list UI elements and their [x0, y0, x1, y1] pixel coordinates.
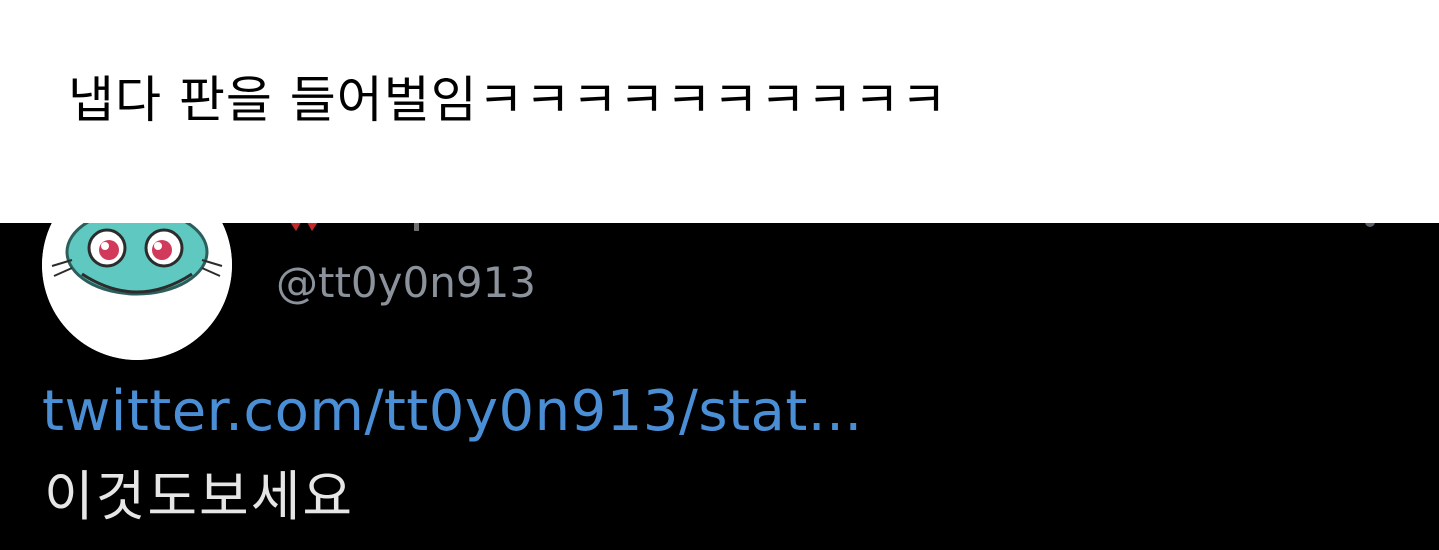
display-name-fragment — [290, 223, 419, 231]
tweet-card: @tt0y0n913 twitter.com/tt0y0n913/stat...… — [0, 223, 1439, 550]
more-options-icon[interactable] — [1365, 223, 1375, 227]
user-handle[interactable]: @tt0y0n913 — [276, 257, 536, 309]
tweet-link[interactable]: twitter.com/tt0y0n913/stat... — [42, 377, 863, 447]
avatar[interactable] — [42, 223, 232, 360]
caption-band: 냅다 판을 들어벌임ㅋㅋㅋㅋㅋㅋㅋㅋㅋㅋ — [0, 0, 1439, 223]
tweet-body: 이것도보세요 — [44, 465, 355, 528]
cartoon-creature-avatar-icon — [42, 223, 232, 360]
caption-text: 냅다 판을 들어벌임ㅋㅋㅋㅋㅋㅋㅋㅋㅋㅋ — [68, 71, 948, 129]
